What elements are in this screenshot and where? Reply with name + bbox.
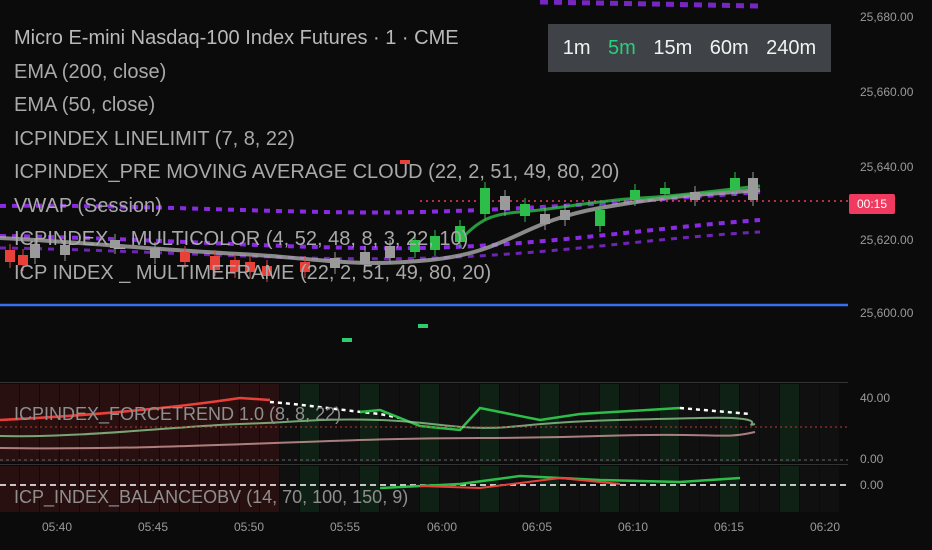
tf-1m[interactable]: 1m — [563, 37, 591, 60]
forcetrend-bg-bar — [340, 384, 359, 462]
balanceobv-bg-bar — [640, 466, 659, 512]
indicator-legend: Micro E-mini Nasdaq-100 Index Futures · … — [14, 22, 619, 290]
candle-body — [630, 190, 640, 200]
indicator-ema50[interactable]: EMA (50, close) — [14, 89, 619, 123]
balanceobv-bg-bar — [460, 466, 479, 512]
forcetrend-bg-bar — [660, 384, 679, 462]
time-label-0600: 06:00 — [427, 520, 458, 534]
forcetrend-bg-bar — [820, 384, 839, 462]
time-label-0540: 05:40 — [42, 520, 73, 534]
indicator-multicolor[interactable]: ICPINDEX _ MULTICOLOR (4, 52, 48, 8, 3, … — [14, 223, 619, 257]
indicator-vwap[interactable]: VWAP (Session) — [14, 190, 619, 224]
balanceobv-bg-bar — [740, 466, 759, 512]
forcetrend-bg-bar — [580, 384, 599, 462]
price-axis[interactable]: 25,680.00 25,660.00 25,640.00 25,620.00 … — [848, 0, 932, 550]
balanceobv-bg-bar — [720, 466, 739, 512]
balanceobv-bg-bar — [580, 466, 599, 512]
forcetrend-axis-40: 40.00 — [860, 391, 891, 405]
forcetrend-bg-bar — [740, 384, 759, 462]
balanceobv-bg-bar — [440, 466, 459, 512]
balanceobv-axis-0: 0.00 — [860, 478, 884, 492]
tf-15m[interactable]: 15m — [653, 37, 692, 60]
forcetrend-bg-bar — [500, 384, 519, 462]
pane-divider-2[interactable] — [0, 464, 848, 465]
forcetrend-bg-bar — [380, 384, 399, 462]
timeframe-selector: 1m 5m 15m 60m 240m — [548, 24, 831, 72]
tf-60m[interactable]: 60m — [710, 37, 749, 60]
forcetrend-bg-bar — [760, 384, 779, 462]
balanceobv-bg-bar — [500, 466, 519, 512]
price-label-25680: 25,680.00 — [860, 10, 914, 24]
price-label-25620: 25,620.00 — [860, 233, 914, 247]
balanceobv-bg-bar — [680, 466, 699, 512]
time-label-0615: 06:15 — [714, 520, 745, 534]
indicator-ma-cloud[interactable]: ICPINDEX_PRE MOVING AVERAGE CLOUD (22, 2… — [14, 156, 619, 190]
price-label-25600: 25,600.00 — [860, 306, 914, 320]
time-label-0555: 05:55 — [330, 520, 361, 534]
balanceobv-bg-bar — [560, 466, 579, 512]
balanceobv-bg-bar — [760, 466, 779, 512]
forcetrend-bg-bar — [460, 384, 479, 462]
forcetrend-bg-bar — [600, 384, 619, 462]
balanceobv-bg-bar — [820, 466, 839, 512]
indicator-linelimit[interactable]: ICPINDEX LINELIMIT (7, 8, 22) — [14, 123, 619, 157]
time-label-0545: 05:45 — [138, 520, 169, 534]
tf-240m[interactable]: 240m — [766, 37, 816, 60]
chart-area[interactable]: Micro E-mini Nasdaq-100 Index Futures · … — [0, 0, 848, 515]
forcetrend-bg-bar — [720, 384, 739, 462]
candle-body — [690, 192, 700, 200]
indicator-multitimeframe[interactable]: ICP INDEX _ MULTIMEFRAME (22, 2, 51, 49,… — [14, 257, 619, 291]
balanceobv-bg-bar — [780, 466, 799, 512]
forcetrend-bg-bar — [620, 384, 639, 462]
forcetrend-bg-bar — [680, 384, 699, 462]
forcetrend-bg-bar — [360, 384, 379, 462]
price-label-25640: 25,640.00 — [860, 160, 914, 174]
forcetrend-bg-bar — [520, 384, 539, 462]
indicator-ema200[interactable]: EMA (200, close) — [14, 56, 619, 90]
balanceobv-label[interactable]: ICP_INDEX_BALANCEOBV (14, 70, 100, 150, … — [14, 487, 408, 508]
current-price-badge: 00:15 — [849, 194, 895, 214]
price-label-25660: 25,660.00 — [860, 85, 914, 99]
balanceobv-bg-bar — [700, 466, 719, 512]
balanceobv-bg-bar — [420, 466, 439, 512]
candle-body — [730, 178, 740, 190]
balanceobv-bg-bar — [620, 466, 639, 512]
balanceobv-bg-bar — [600, 466, 619, 512]
signal-marker — [342, 338, 352, 342]
candle-body — [748, 178, 758, 200]
forcetrend-bg-bar — [480, 384, 499, 462]
symbol-title[interactable]: Micro E-mini Nasdaq-100 Index Futures · … — [14, 22, 619, 56]
time-label-0550: 05:50 — [234, 520, 265, 534]
forcetrend-bg-bar — [800, 384, 819, 462]
time-label-0610: 06:10 — [618, 520, 649, 534]
balanceobv-bg-bar — [540, 466, 559, 512]
time-label-0605: 06:05 — [522, 520, 553, 534]
forcetrend-bg-bar — [700, 384, 719, 462]
time-label-0620: 06:20 — [810, 520, 841, 534]
candle-body — [660, 188, 670, 194]
balanceobv-bg-bar — [660, 466, 679, 512]
forcetrend-bg-bar — [440, 384, 459, 462]
forcetrend-bg-bar — [780, 384, 799, 462]
forcetrend-bg-bar — [640, 384, 659, 462]
forcetrend-axis-0: 0.00 — [860, 452, 884, 466]
tf-5m[interactable]: 5m — [608, 37, 636, 60]
balanceobv-bg-bar — [520, 466, 539, 512]
pane-divider-1[interactable] — [0, 382, 848, 383]
cloud-top-line — [539, 0, 761, 9]
balanceobv-bg-bar — [800, 466, 819, 512]
signal-marker — [418, 324, 428, 328]
balanceobv-bg-bar — [480, 466, 499, 512]
forcetrend-label[interactable]: ICPINDEX_FORCETREND 1.0 (8, 8, 22) — [14, 404, 341, 425]
